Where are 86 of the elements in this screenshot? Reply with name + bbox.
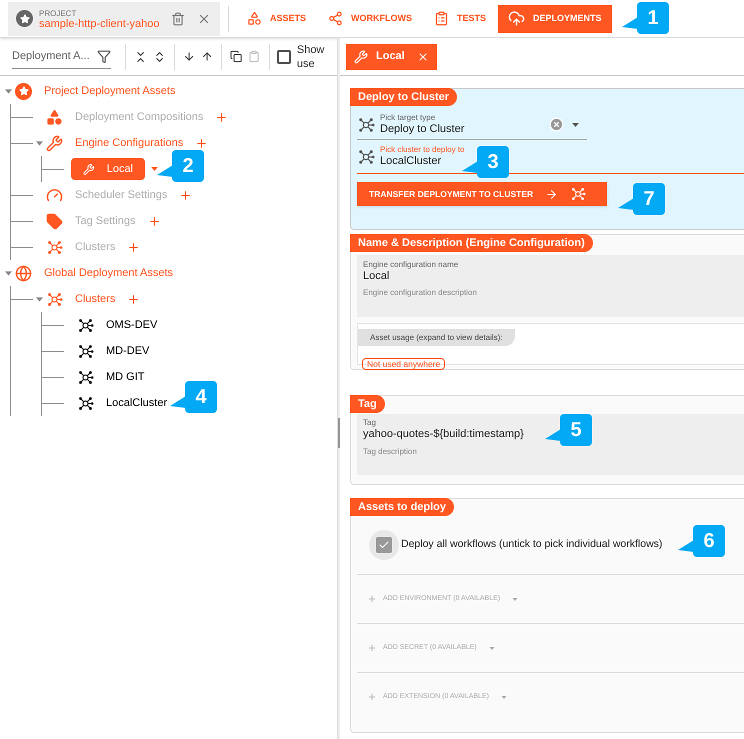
cloud-upload-icon: [508, 10, 526, 27]
cluster-icon: [77, 394, 94, 412]
section-title: Tag: [350, 395, 385, 413]
editor-tab[interactable]: Local: [346, 44, 437, 70]
shapes-icon: [46, 108, 63, 126]
shapes-icon: [247, 11, 262, 26]
tree-item[interactable]: MD GIT: [77, 368, 144, 386]
tree-item[interactable]: Clusters: [46, 238, 116, 256]
tag-field[interactable]: Tag yahoo-quotes-${build:timestamp}: [357, 414, 530, 444]
tag-description-field[interactable]: Tag description: [357, 444, 744, 458]
delete-icon[interactable]: [171, 12, 186, 26]
caret-icon[interactable]: [36, 296, 43, 302]
tree-item[interactable]: OMS-DEV: [77, 316, 158, 334]
target-type-field[interactable]: Pick target type Deploy to Cluster: [375, 113, 470, 136]
section-title: Name & Description (Engine Configuration): [350, 234, 593, 252]
wrench-icon: [354, 50, 368, 64]
tree-item[interactable]: MD-DEV: [77, 342, 150, 360]
add-icon[interactable]: [127, 240, 140, 254]
cluster-icon: [357, 148, 375, 166]
add-icon[interactable]: [179, 188, 192, 202]
add-icon[interactable]: [148, 214, 161, 228]
nav-tab[interactable]: TESTS: [424, 4, 496, 32]
tree-item[interactable]: Scheduler Settings: [46, 186, 168, 204]
tree-item[interactable]: Local: [71, 158, 145, 180]
gauge-icon: [46, 186, 63, 204]
section-title: Assets to deploy: [350, 498, 454, 516]
cluster-icon: [77, 316, 94, 334]
project-label: PROJECT: [39, 8, 78, 18]
tree-item[interactable]: LocalCluster: [77, 394, 168, 412]
tree-item[interactable]: Project Deployment Assets: [15, 82, 176, 100]
name-field[interactable]: Engine configuration name Local: [357, 255, 464, 285]
add-icon[interactable]: [215, 110, 228, 124]
tree-item[interactable]: Tag Settings: [46, 212, 136, 230]
check-icon: [378, 539, 390, 551]
paste-icon[interactable]: [248, 50, 261, 63]
section-title: Deploy to Cluster: [350, 88, 458, 106]
move-down-icon[interactable]: [182, 50, 195, 63]
project-name: sample-http-client-yahoo: [39, 18, 160, 30]
caret-icon[interactable]: [5, 270, 12, 276]
plus-icon: [367, 643, 377, 653]
nav-tab[interactable]: WORKFLOWS: [318, 4, 422, 32]
plus-icon: [367, 594, 377, 604]
tree-item[interactable]: Deployment Compositions: [46, 108, 204, 126]
cluster-icon: [77, 342, 94, 360]
tree-item[interactable]: Global Deployment Assets: [15, 264, 174, 282]
tree-item[interactable]: Engine Configurations: [46, 134, 184, 152]
arrow-right-icon: [545, 188, 558, 200]
description-field[interactable]: Engine configuration description: [357, 285, 744, 317]
cluster-icon: [46, 238, 63, 256]
plus-icon: [367, 692, 377, 702]
move-up-icon[interactable]: [200, 50, 214, 63]
filter-field[interactable]: Deployment A...: [12, 44, 111, 70]
transfer-button[interactable]: TRANSFER DEPLOYMENT TO CLUSTER: [357, 182, 607, 206]
caret-icon[interactable]: [36, 140, 43, 146]
cluster-field[interactable]: Pick cluster to deploy to LocalCluster: [375, 145, 470, 168]
usage-label[interactable]: Asset usage (expand to view details):: [358, 329, 515, 346]
nav-tab[interactable]: ASSETS: [237, 4, 316, 32]
wrench-icon: [46, 134, 63, 152]
caret-icon[interactable]: [5, 88, 12, 94]
add-icon[interactable]: [195, 136, 208, 150]
tag-icon: [46, 212, 63, 230]
wrench-icon: [83, 162, 95, 176]
clear-icon[interactable]: [549, 117, 564, 132]
caret-icon: [512, 598, 518, 600]
caret-icon: [500, 696, 507, 698]
cluster-icon: [570, 186, 586, 202]
cluster-icon: [357, 116, 375, 134]
nav-tab[interactable]: DEPLOYMENTS: [498, 4, 612, 32]
copy-icon[interactable]: [230, 50, 242, 63]
show-use-label: Show use: [296, 42, 326, 70]
show-use-checkbox[interactable]: [277, 50, 291, 64]
cluster-icon: [46, 290, 63, 308]
filter-icon[interactable]: [96, 49, 111, 64]
add-icon[interactable]: [127, 292, 140, 306]
usage-badge: Not used anywhere: [362, 358, 446, 370]
caret-icon[interactable]: [572, 122, 579, 126]
deploy-all-checkbox[interactable]: [376, 537, 392, 553]
clipboard-icon: [434, 11, 450, 26]
deploy-all-label: Deploy all workflows (untick to pick individual workflows): [401, 537, 662, 552]
tree-item[interactable]: Clusters: [46, 290, 116, 308]
globe-icon: [15, 264, 32, 282]
share-icon: [328, 11, 344, 26]
close-icon[interactable]: [416, 50, 429, 62]
cluster-icon: [77, 368, 94, 386]
caret-icon: [488, 646, 495, 650]
caret-icon[interactable]: [151, 167, 158, 171]
